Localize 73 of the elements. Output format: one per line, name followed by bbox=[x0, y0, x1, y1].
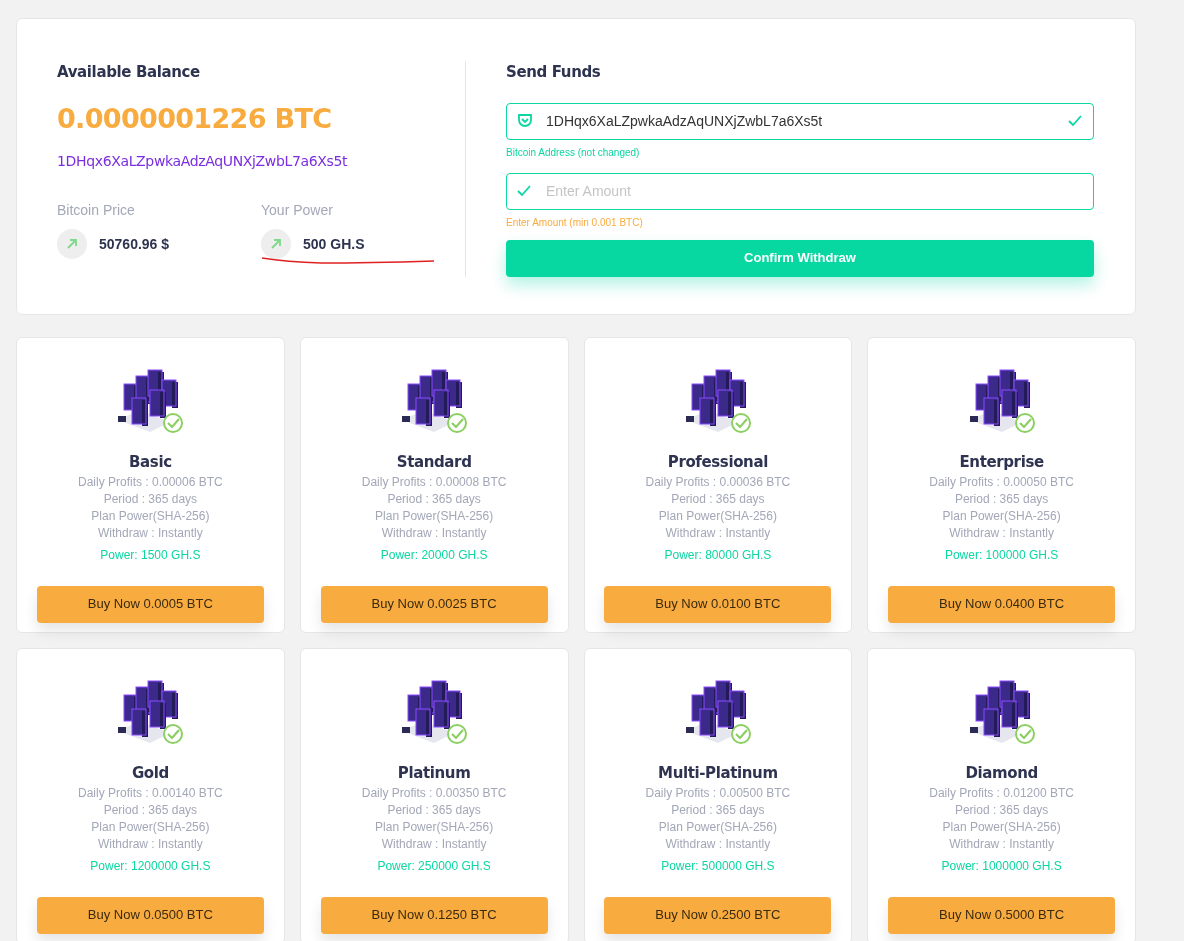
plan-detail: Period : 365 days bbox=[387, 801, 481, 819]
plan-detail: Withdraw : Instantly bbox=[98, 835, 203, 853]
plan-detail: Withdraw : Instantly bbox=[98, 524, 203, 542]
plan-detail: Withdraw : Instantly bbox=[381, 835, 487, 853]
plan-detail: Plan Power(SHA-256) bbox=[658, 818, 777, 836]
plan-name: Platinum bbox=[397, 763, 471, 784]
balance-amount: 0.0000001226 BTC bbox=[57, 101, 333, 136]
stat-value: 50760.96 $ bbox=[99, 234, 170, 254]
plan-detail: Daily Profits : 0.01200 BTC bbox=[929, 784, 1074, 802]
plan-power: Power: 250000 GH.S bbox=[377, 857, 491, 875]
amount-field[interactable]: Enter Amount bbox=[506, 172, 1094, 210]
plan-name: Professional bbox=[667, 452, 768, 473]
wallet-address: 1DHqx6XaLZpwkaAdzAqUNXjZwbL7a6Xs5t bbox=[57, 152, 349, 171]
plan-power: Power: 1200000 GH.S bbox=[90, 857, 211, 875]
amount-hint: Enter Amount (min 0.001 BTC) bbox=[506, 215, 644, 230]
plan-power: Power: 1500 GH.S bbox=[100, 546, 201, 564]
plan-name: Multi-Platinum bbox=[658, 763, 778, 784]
balance-title: Available Balance bbox=[57, 62, 201, 83]
stat-label: Your Power bbox=[261, 201, 334, 220]
buy-now-button[interactable]: Buy Now 0.5000 BTC bbox=[888, 896, 1116, 934]
plan-detail: Daily Profits : 0.00350 BTC bbox=[361, 784, 507, 802]
plan-detail: Daily Profits : 0.00006 BTC bbox=[78, 473, 223, 491]
plan-detail: Withdraw : Instantly bbox=[665, 524, 771, 542]
plan-detail: Plan Power(SHA-256) bbox=[942, 507, 1061, 525]
plan-detail: Plan Power(SHA-256) bbox=[375, 818, 494, 836]
plan-power: Power: 100000 GH.S bbox=[944, 546, 1059, 564]
plan-detail: Period : 365 days bbox=[671, 801, 765, 819]
plan-name: Basic bbox=[129, 452, 172, 473]
stat-label: Bitcoin Price bbox=[57, 201, 136, 220]
plan-detail: Withdraw : Instantly bbox=[665, 835, 771, 853]
buy-now-button[interactable]: Buy Now 0.2500 BTC bbox=[604, 896, 832, 934]
plan-detail: Withdraw : Instantly bbox=[949, 835, 1054, 853]
check-icon bbox=[517, 184, 531, 197]
pocket-icon bbox=[517, 112, 533, 129]
plan-name: Enterprise bbox=[959, 452, 1044, 473]
plan-detail: Period : 365 days bbox=[671, 490, 765, 508]
stat-value: 500 GH.S bbox=[303, 234, 365, 254]
arrow-up-right-icon bbox=[261, 229, 291, 259]
address-field[interactable]: 1DHqx6XaLZpwkaAdzAqUNXjZwbL7a6Xs5t bbox=[506, 102, 1094, 140]
plan-detail: Daily Profits : 0.00140 BTC bbox=[78, 784, 223, 802]
buy-now-button[interactable]: Buy Now 0.1250 BTC bbox=[320, 896, 548, 934]
send-funds-title: Send Funds bbox=[506, 62, 602, 83]
plan-detail: Daily Profits : 0.00500 BTC bbox=[645, 784, 791, 802]
plan-detail: Plan Power(SHA-256) bbox=[91, 507, 210, 525]
buy-now-button[interactable]: Buy Now 0.0100 BTC bbox=[604, 585, 832, 623]
plan-detail: Daily Profits : 0.00008 BTC bbox=[361, 473, 507, 491]
plan-detail: Withdraw : Instantly bbox=[949, 524, 1054, 542]
plan-name: Diamond bbox=[965, 763, 1038, 784]
plan-detail: Period : 365 days bbox=[954, 801, 1049, 819]
plan-power: Power: 1000000 GH.S bbox=[941, 857, 1062, 875]
plan-detail: Period : 365 days bbox=[103, 801, 198, 819]
plan-power: Power: 80000 GH.S bbox=[664, 546, 772, 564]
buy-now-button[interactable]: Buy Now 0.0400 BTC bbox=[888, 585, 1116, 623]
buy-now-button[interactable]: Buy Now 0.0025 BTC bbox=[320, 585, 548, 623]
plan-detail: Withdraw : Instantly bbox=[381, 524, 487, 542]
address-hint: Bitcoin Address (not changed) bbox=[506, 145, 641, 160]
buy-now-button[interactable]: Buy Now 0.0005 BTC bbox=[36, 585, 264, 623]
plan-detail: Plan Power(SHA-256) bbox=[91, 818, 210, 836]
plan-detail: Plan Power(SHA-256) bbox=[942, 818, 1061, 836]
plan-power: Power: 20000 GH.S bbox=[380, 546, 488, 564]
plan-detail: Daily Profits : 0.00036 BTC bbox=[645, 473, 791, 491]
check-icon bbox=[1068, 114, 1082, 127]
plan-detail: Period : 365 days bbox=[103, 490, 198, 508]
plan-detail: Period : 365 days bbox=[387, 490, 481, 508]
plan-name: Gold bbox=[131, 763, 169, 784]
plan-detail: Daily Profits : 0.00050 BTC bbox=[929, 473, 1074, 491]
plan-name: Standard bbox=[396, 452, 472, 473]
plan-detail: Plan Power(SHA-256) bbox=[658, 507, 777, 525]
plan-detail: Plan Power(SHA-256) bbox=[375, 507, 494, 525]
arrow-up-right-icon bbox=[57, 229, 87, 259]
buy-now-button[interactable]: Buy Now 0.0500 BTC bbox=[36, 896, 264, 934]
plan-detail: Period : 365 days bbox=[954, 490, 1049, 508]
plan-power: Power: 500000 GH.S bbox=[661, 857, 775, 875]
